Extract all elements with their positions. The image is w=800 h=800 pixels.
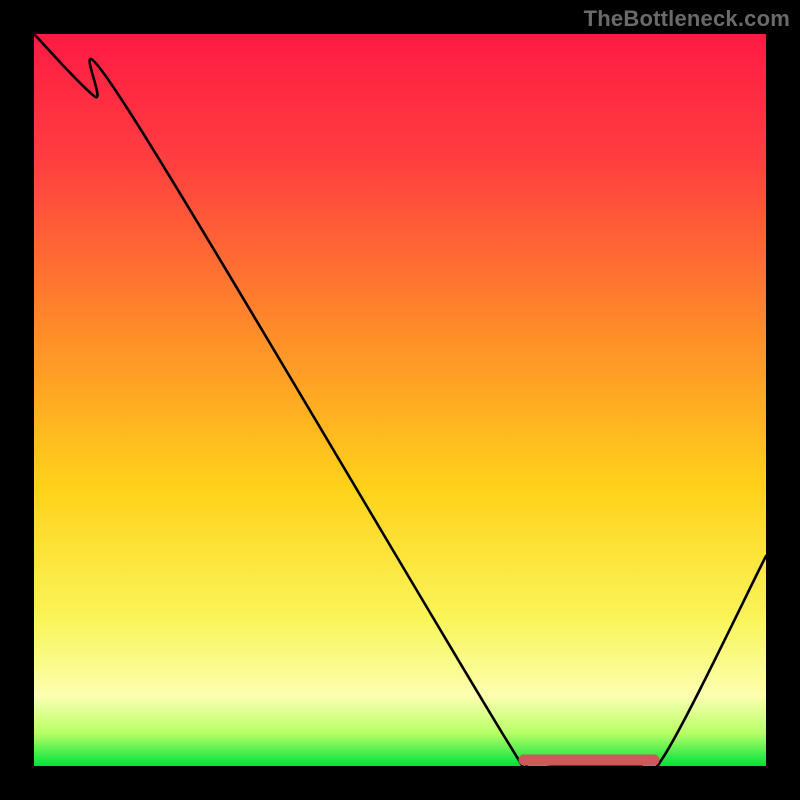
watermark-text: TheBottleneck.com bbox=[584, 6, 790, 32]
plot-area bbox=[34, 34, 766, 766]
curve-layer bbox=[34, 34, 766, 766]
bottleneck-curve bbox=[34, 34, 766, 766]
chart-frame: TheBottleneck.com bbox=[0, 0, 800, 800]
